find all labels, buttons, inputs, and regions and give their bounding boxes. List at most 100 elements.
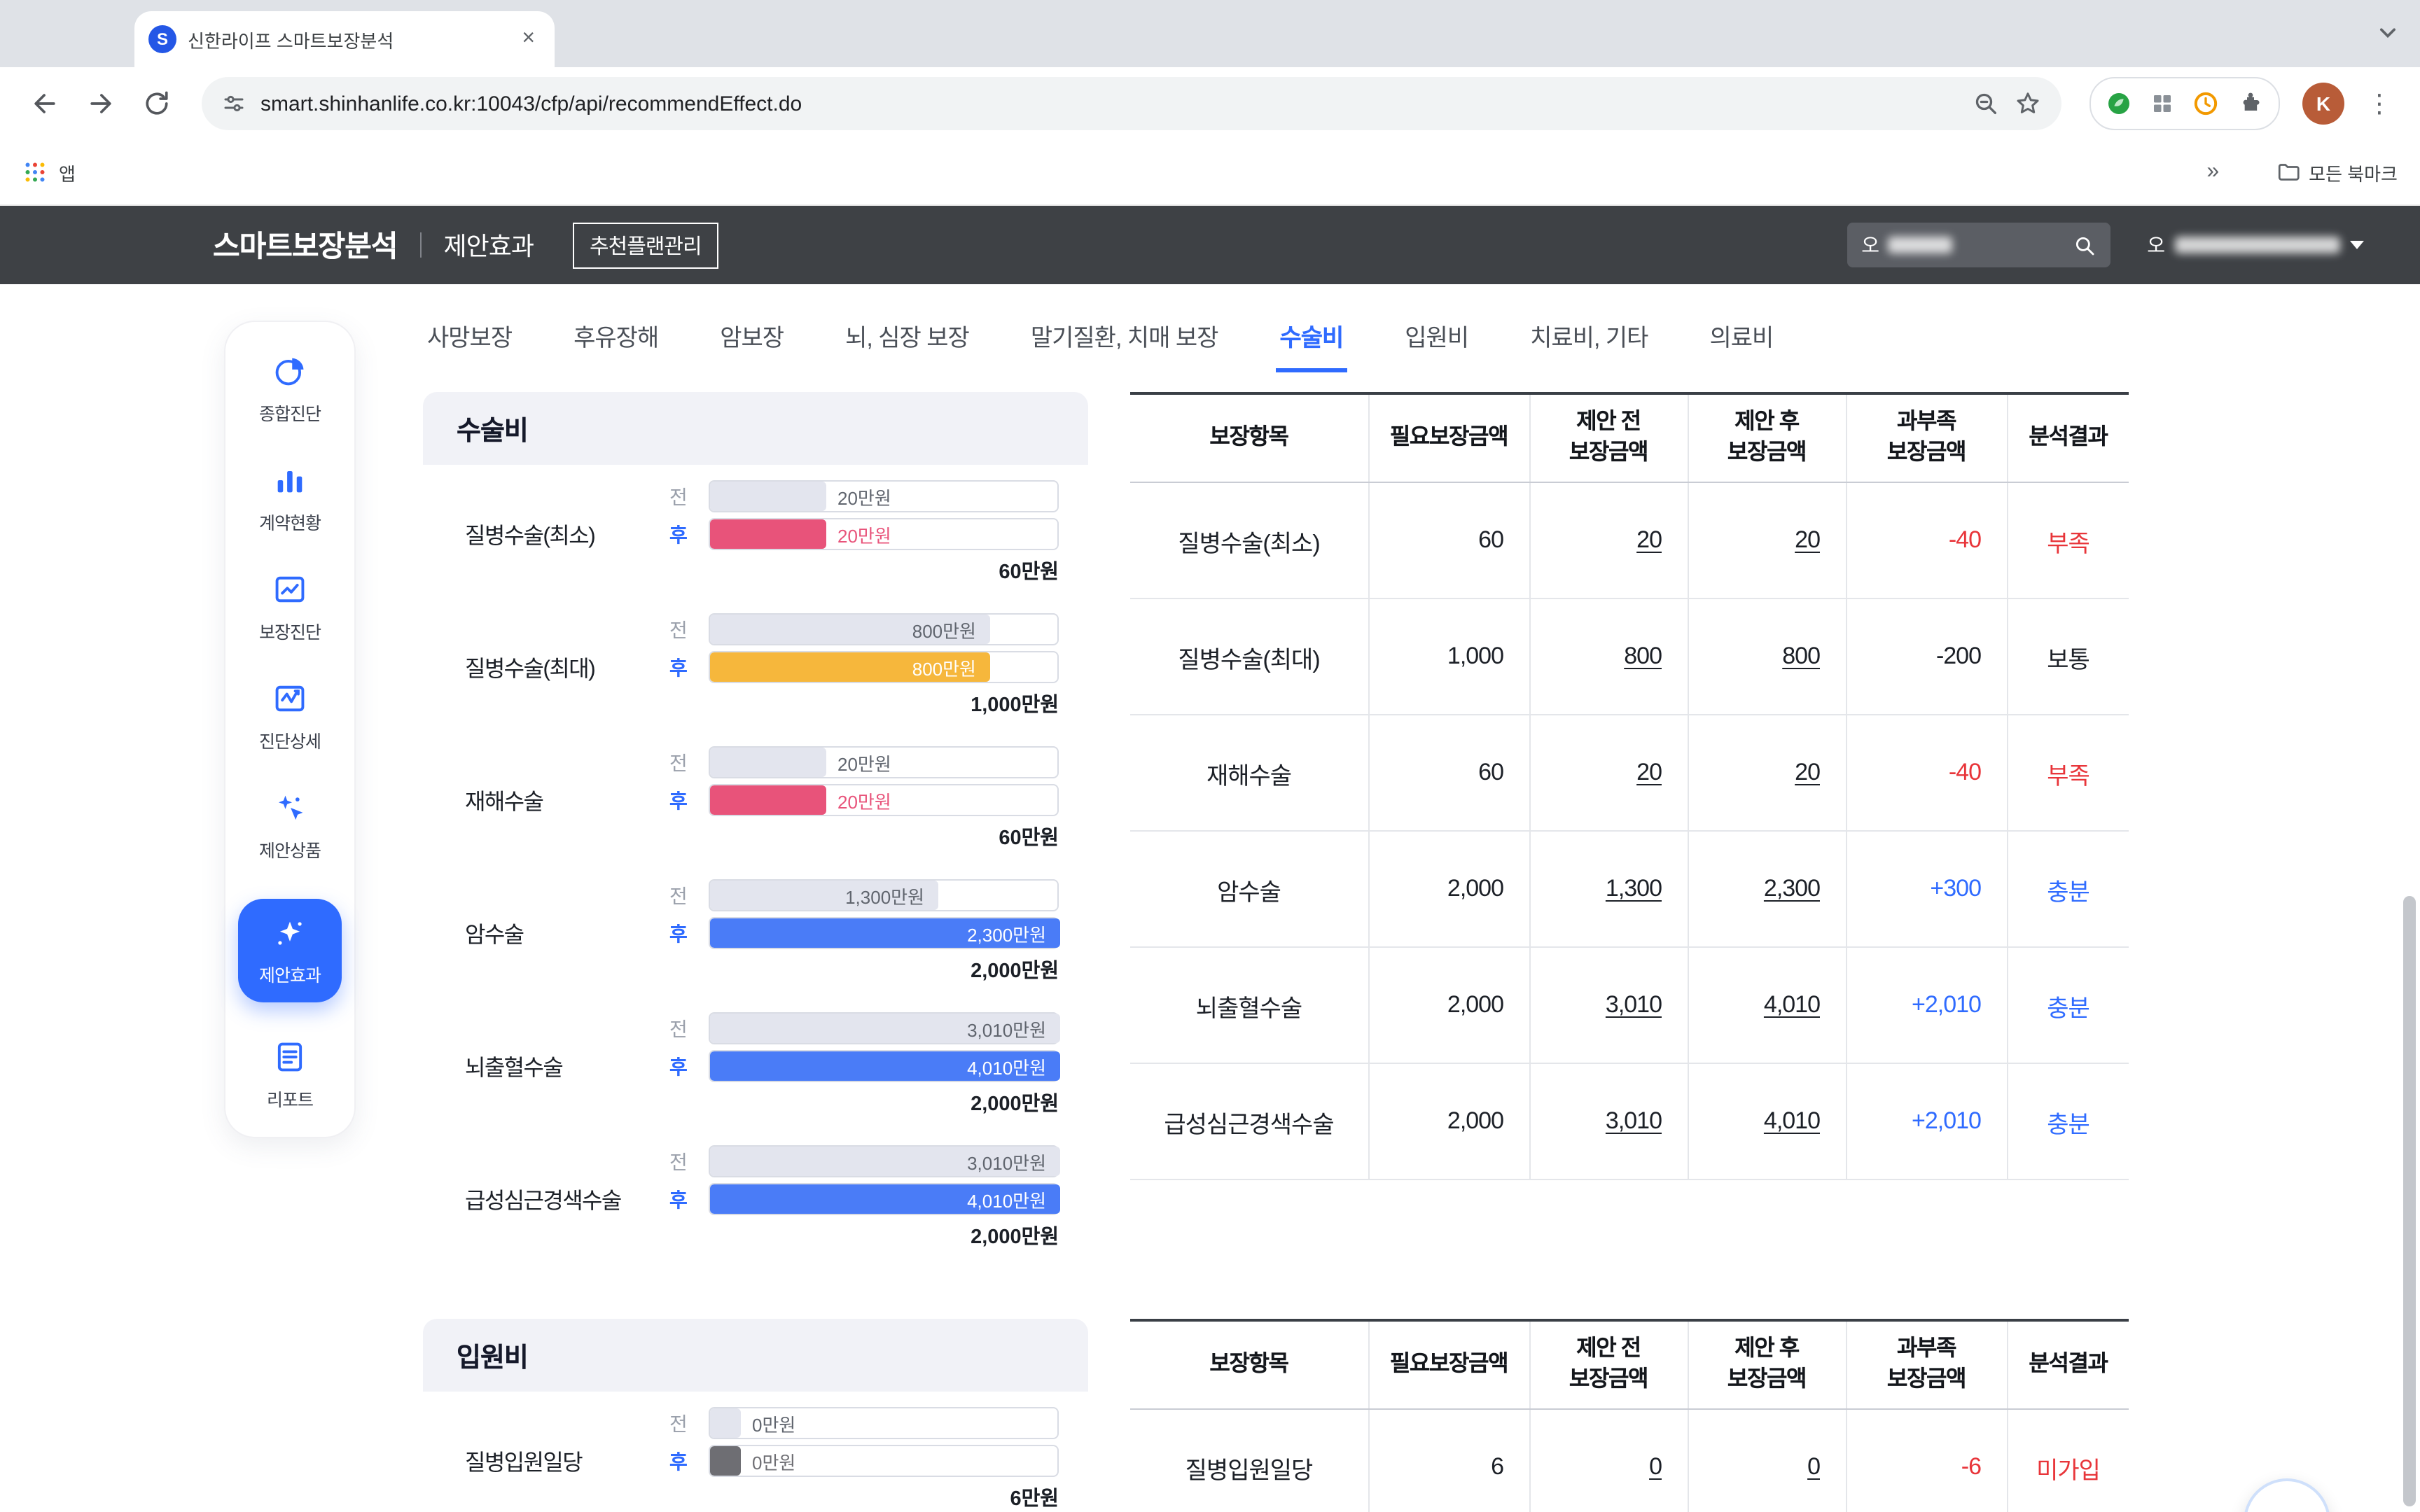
tab-treatment-etc[interactable]: 치료비, 기타 bbox=[1526, 318, 1652, 372]
surgery-chart-panel: 수술비 질병수술(최소) 전 20만원 후 20만원 60만원 bbox=[423, 392, 1088, 1263]
sidebar-label: 제안상품 bbox=[259, 836, 321, 862]
before-value-link[interactable]: 20 bbox=[1529, 482, 1688, 598]
reload-icon[interactable] bbox=[132, 78, 182, 129]
needed-amount: 60만원 bbox=[709, 822, 1059, 851]
before-bar-value: 800만원 bbox=[912, 616, 976, 643]
sidebar-label: 진단상세 bbox=[259, 727, 321, 753]
hand-sparkle-icon bbox=[272, 790, 308, 826]
after-value-link[interactable]: 4,010 bbox=[1688, 1063, 1846, 1180]
all-bookmarks-folder[interactable]: 모든 북마크 bbox=[2275, 159, 2398, 186]
sparkle-icon bbox=[272, 915, 308, 951]
gap-value: +300 bbox=[1846, 831, 2007, 947]
extension-clock-icon[interactable] bbox=[2192, 90, 2220, 118]
address-bar[interactable]: smart.shinhanlife.co.kr:10043/cfp/api/re… bbox=[202, 77, 2061, 130]
before-value-link[interactable]: 3,010 bbox=[1529, 1063, 1688, 1180]
after-bar: 20만원 bbox=[709, 518, 1059, 550]
before-value-link[interactable]: 800 bbox=[1529, 598, 1688, 715]
report-icon bbox=[272, 1039, 308, 1075]
user-menu[interactable]: 오 bbox=[2147, 231, 2364, 259]
before-value-link[interactable]: 3,010 bbox=[1529, 947, 1688, 1063]
extension-grid-icon[interactable] bbox=[2150, 91, 2175, 116]
back-icon[interactable] bbox=[20, 78, 70, 129]
before-bar-fill bbox=[710, 482, 826, 511]
sidebar-item-contract-status[interactable]: 계약현황 bbox=[259, 462, 321, 535]
bookmarks-overflow-icon[interactable]: » bbox=[2206, 160, 2219, 185]
tab-cancer[interactable]: 암보장 bbox=[716, 318, 788, 372]
needed-value: 60 bbox=[1368, 482, 1529, 598]
tab-brain-heart[interactable]: 뇌, 심장 보장 bbox=[841, 318, 973, 372]
gap-value: -6 bbox=[1846, 1409, 2007, 1512]
before-value-link[interactable]: 20 bbox=[1529, 715, 1688, 831]
after-value-link[interactable]: 2,300 bbox=[1688, 831, 1846, 947]
apps-shortcut[interactable]: 앱 bbox=[22, 159, 76, 186]
sidebar-item-proposal-effect-active[interactable]: 제안효과 bbox=[238, 899, 342, 1002]
table-row: 재해수술 60 20 20 -40 부족 bbox=[1130, 715, 2129, 831]
after-value-link[interactable]: 0 bbox=[1688, 1409, 1846, 1512]
tab-close-icon[interactable]: × bbox=[516, 27, 541, 52]
tab-death-coverage[interactable]: 사망보장 bbox=[423, 318, 516, 372]
table-header-row: 보장항목 필요보장금액 제안 전 보장금액 제안 후 보장금액 과부족 보장금액… bbox=[1130, 393, 2129, 482]
forward-icon[interactable] bbox=[76, 78, 126, 129]
customer-search-input[interactable]: 오 bbox=[1847, 223, 2110, 267]
masked-search-text bbox=[1888, 237, 1952, 253]
needed-value: 6 bbox=[1368, 1409, 1529, 1512]
needed-amount: 1,000만원 bbox=[709, 689, 1059, 718]
tab-terminal-dementia[interactable]: 말기질환, 치매 보장 bbox=[1027, 318, 1223, 372]
sidebar-item-proposed-products[interactable]: 제안상품 bbox=[259, 790, 321, 862]
after-value-link[interactable]: 20 bbox=[1688, 482, 1846, 598]
needed-value: 2,000 bbox=[1368, 947, 1529, 1063]
coverage-label: 급성심근경색수술 bbox=[465, 1181, 669, 1214]
benefit-name: 질병수술(최대) bbox=[1130, 598, 1368, 715]
content: 사망보장 후유장해 암보장 뇌, 심장 보장 말기질환, 치매 보장 수술비 입… bbox=[423, 284, 2174, 1512]
vertical-scrollbar-thumb[interactable] bbox=[2403, 896, 2416, 1506]
after-label: 후 bbox=[669, 520, 709, 548]
url-text[interactable]: smart.shinhanlife.co.kr:10043/cfp/api/re… bbox=[260, 92, 1958, 115]
tab-search-chevron-icon[interactable] bbox=[2372, 17, 2403, 48]
sidebar-item-report[interactable]: 리포트 bbox=[267, 1039, 313, 1112]
site-settings-icon[interactable] bbox=[221, 91, 246, 116]
tab-surgery-cost[interactable]: 수술비 bbox=[1275, 318, 1347, 372]
after-label: 후 bbox=[669, 1185, 709, 1213]
sidebar-label: 종합진단 bbox=[259, 399, 321, 426]
benefit-name: 뇌출혈수술 bbox=[1130, 947, 1368, 1063]
browser-tab[interactable]: S 신한라이프 스마트보장분석 × bbox=[134, 11, 555, 67]
before-value-link[interactable]: 0 bbox=[1529, 1409, 1688, 1512]
tab-disability[interactable]: 후유장해 bbox=[569, 318, 662, 372]
col-analysis-result: 분석결과 bbox=[2007, 1320, 2129, 1409]
sidebar-item-diagnosis-detail[interactable]: 진단상세 bbox=[259, 680, 321, 753]
search-icon[interactable] bbox=[2073, 233, 2096, 257]
before-bar: 20만원 bbox=[709, 480, 1059, 512]
extensions-puzzle-icon[interactable] bbox=[2237, 90, 2265, 118]
after-value-link[interactable]: 20 bbox=[1688, 715, 1846, 831]
line-chart-icon bbox=[272, 571, 308, 608]
before-label: 전 bbox=[669, 482, 709, 510]
sidebar-item-coverage-diagnosis[interactable]: 보장진단 bbox=[259, 571, 321, 644]
before-value-link[interactable]: 1,300 bbox=[1529, 831, 1688, 947]
after-bar-value: 20만원 bbox=[837, 787, 891, 813]
browser-tab-strip: S 신한라이프 스마트보장분석 × bbox=[0, 0, 2420, 67]
analysis-result: 미가입 bbox=[2007, 1409, 2129, 1512]
extensions-pill bbox=[2089, 77, 2280, 130]
bookmark-star-icon[interactable] bbox=[2014, 90, 2042, 118]
after-value-link[interactable]: 800 bbox=[1688, 598, 1846, 715]
after-value-link[interactable]: 4,010 bbox=[1688, 947, 1846, 1063]
zoom-icon[interactable] bbox=[1972, 90, 2000, 118]
tab-hospitalization-cost[interactable]: 입원비 bbox=[1400, 318, 1473, 372]
analysis-result: 부족 bbox=[2007, 715, 2129, 831]
after-bar-value: 4,010만원 bbox=[967, 1186, 1046, 1212]
profile-avatar[interactable]: K bbox=[2302, 83, 2344, 125]
scroll-to-top-button[interactable] bbox=[2244, 1478, 2330, 1512]
coverage-bar-row: 급성심근경색수술 전 3,010만원 후 4,010만원 2,000만원 bbox=[423, 1130, 1088, 1263]
after-bar-value: 4,010만원 bbox=[967, 1053, 1046, 1079]
tab-medical-cost[interactable]: 의료비 bbox=[1705, 318, 1777, 372]
sidebar-label: 리포트 bbox=[267, 1085, 313, 1112]
before-bar-value: 20만원 bbox=[837, 483, 891, 510]
before-label: 전 bbox=[669, 1014, 709, 1042]
browser-menu-icon[interactable]: ⋮ bbox=[2358, 89, 2400, 118]
extension-green-icon[interactable] bbox=[2105, 90, 2133, 118]
recommend-plan-manage-button[interactable]: 추천플랜관리 bbox=[573, 222, 718, 268]
table-row: 암수술 2,000 1,300 2,300 +300 충분 bbox=[1130, 831, 2129, 947]
col-needed-amount: 필요보장금액 bbox=[1368, 1320, 1529, 1409]
sidebar-item-overall-diagnosis[interactable]: 종합진단 bbox=[259, 353, 321, 426]
before-label: 전 bbox=[669, 881, 709, 909]
